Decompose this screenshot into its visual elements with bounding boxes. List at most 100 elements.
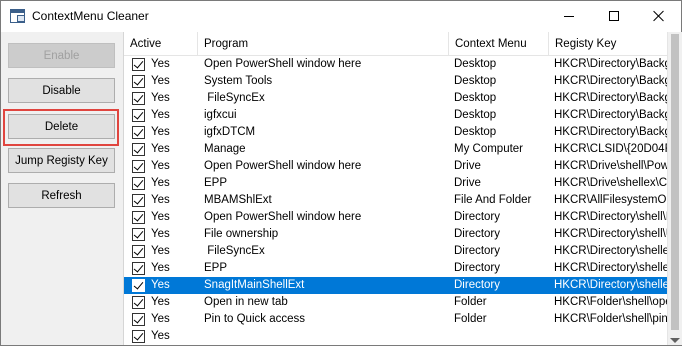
close-button[interactable] (636, 1, 681, 31)
table-row[interactable]: Yes SnagItMainShellExt Directory HKCR\Direc… (124, 277, 667, 294)
context-menu-cell: Folder (454, 313, 487, 325)
active-cell: Yes (128, 243, 196, 260)
context-menu-cell: Directory (454, 279, 501, 291)
active-checkbox[interactable] (132, 177, 145, 190)
registry-key-cell: HKCR\Directory\Backgr (554, 126, 667, 138)
program-cell: MBAMShlExt (204, 194, 272, 206)
column-header-program[interactable]: Program (198, 32, 449, 56)
column-header-active[interactable]: Active (124, 32, 198, 56)
active-checkbox[interactable] (132, 109, 145, 122)
registry-key-cell: HKCR\AllFilesystemObje (554, 194, 667, 206)
registry-key-cell: HKCR\Folder\shell\open (554, 296, 667, 308)
active-checkbox[interactable] (132, 126, 145, 139)
context-menu-cell: My Computer (454, 143, 524, 155)
active-cell: Yes (128, 226, 196, 243)
scrollbar-thumb[interactable] (671, 34, 679, 330)
active-cell: Yes (128, 73, 196, 90)
active-checkbox[interactable] (132, 75, 145, 88)
table-row[interactable]: Yes System Tools Desktop HKCR\Directory\Bac… (124, 73, 667, 90)
active-value: Yes (151, 126, 170, 138)
delete-button[interactable]: Delete (8, 114, 115, 139)
registry-key-cell (554, 328, 667, 345)
program-cell: Open PowerShell window here (204, 58, 362, 70)
refresh-button[interactable]: Refresh (8, 183, 115, 208)
active-cell: Yes (128, 260, 196, 277)
list-rows: Yes Open PowerShell window here Desktop HKC… (124, 56, 667, 345)
vertical-scrollbar[interactable] (667, 32, 682, 345)
active-value: Yes (151, 211, 170, 223)
registry-key-cell: HKCR\Folder\shell\pinto (554, 313, 667, 325)
minimize-button[interactable] (546, 1, 591, 31)
table-row[interactable]: Yes FileSyncEx Directory HKCR\Directory\sh… (124, 243, 667, 260)
table-row[interactable]: Yes FileSyncEx Desktop HKCR\Directory\Back… (124, 90, 667, 107)
active-checkbox[interactable] (132, 279, 145, 292)
app-icon (10, 9, 25, 23)
table-row[interactable]: Yes MBAMShlExt File And Folder HKCR\AllFile… (124, 192, 667, 209)
registry-key-cell: HKCR\Directory\shellex (554, 279, 667, 291)
registry-key-cell: HKCR\Directory\Backgr (554, 75, 667, 87)
registry-key-cell: HKCR\Drive\shellex\Co (554, 177, 667, 189)
active-checkbox[interactable] (132, 245, 145, 258)
enable-button[interactable]: Enable (8, 43, 115, 68)
table-row[interactable]: Yes (124, 328, 667, 345)
active-cell: Yes (128, 107, 196, 124)
program-cell: igfxDTCM (204, 126, 256, 138)
table-row[interactable]: Yes Pin to Quick access Folder HKCR\Folder\… (124, 311, 667, 328)
table-row[interactable]: Yes igfxcui Desktop HKCR\Directory\Backgr (124, 107, 667, 124)
table-row[interactable]: Yes File ownership Directory HKCR\Directory… (124, 226, 667, 243)
active-checkbox[interactable] (132, 211, 145, 224)
active-checkbox[interactable] (132, 143, 145, 156)
active-value: Yes (151, 279, 170, 291)
active-cell: Yes (128, 277, 196, 294)
jump-registry-key-button[interactable]: Jump Registy Key (8, 148, 115, 173)
registry-key-cell: HKCR\Directory\shellex (554, 245, 667, 257)
program-cell: Open PowerShell window here (204, 211, 362, 223)
registry-key-cell: HKCR\Directory\Backgr (554, 92, 667, 104)
active-checkbox[interactable] (132, 194, 145, 207)
program-cell: System Tools (204, 75, 273, 87)
active-value: Yes (151, 143, 170, 155)
active-cell: Yes (128, 209, 196, 226)
table-row[interactable]: Yes Manage My Computer HKCR\CLSID\{20D04FE (124, 141, 667, 158)
active-checkbox[interactable] (132, 313, 145, 326)
active-checkbox[interactable] (132, 296, 145, 309)
table-row[interactable]: Yes Open PowerShell window here Desktop HKC… (124, 56, 667, 73)
title-bar[interactable]: ContextMenu Cleaner (1, 1, 681, 32)
context-menu-cell: Desktop (454, 109, 497, 121)
close-icon (653, 10, 665, 22)
table-row[interactable]: Yes EPP Drive HKCR\Drive\shellex\Co (124, 175, 667, 192)
program-cell: FileSyncEx (204, 245, 265, 257)
active-value: Yes (151, 160, 170, 172)
active-value: Yes (151, 177, 170, 189)
context-menu-list[interactable]: Active Program Context Menu Registy Key … (123, 32, 667, 345)
table-row[interactable]: Yes EPP Directory HKCR\Directory\shellex (124, 260, 667, 277)
column-header-context-menu[interactable]: Context Menu (449, 32, 549, 56)
active-value: Yes (151, 75, 170, 87)
scroll-down-arrow-icon[interactable] (670, 338, 680, 343)
table-row[interactable]: Yes Open in new tab Folder HKCR\Folder\shel… (124, 294, 667, 311)
program-cell: FileSyncEx (204, 92, 265, 104)
active-checkbox[interactable] (132, 262, 145, 275)
disable-button[interactable]: Disable (8, 78, 115, 103)
active-checkbox[interactable] (132, 92, 145, 105)
window-title: ContextMenu Cleaner (32, 9, 149, 23)
column-header-registry-key[interactable]: Registy Key (549, 32, 667, 56)
context-menu-cell: Drive (454, 177, 481, 189)
active-cell: Yes (128, 141, 196, 158)
context-menu-cell: Directory (454, 228, 501, 240)
table-row[interactable]: Yes Open PowerShell window here Drive HKCR\… (124, 158, 667, 175)
active-value: Yes (151, 228, 170, 240)
program-cell: Open PowerShell window here (204, 160, 362, 172)
active-checkbox[interactable] (132, 228, 145, 241)
context-menu-cell (454, 328, 550, 345)
table-row[interactable]: Yes igfxDTCM Desktop HKCR\Directory\Backgr (124, 124, 667, 141)
maximize-button[interactable] (591, 1, 636, 31)
minimize-icon (563, 15, 574, 17)
active-checkbox[interactable] (132, 160, 145, 173)
list-header: Active Program Context Menu Registy Key (124, 32, 667, 56)
table-row[interactable]: Yes Open PowerShell window here Directory H… (124, 209, 667, 226)
active-cell: Yes (128, 328, 196, 345)
active-checkbox[interactable] (132, 58, 145, 71)
active-cell: Yes (128, 56, 196, 73)
active-checkbox[interactable] (132, 330, 145, 343)
